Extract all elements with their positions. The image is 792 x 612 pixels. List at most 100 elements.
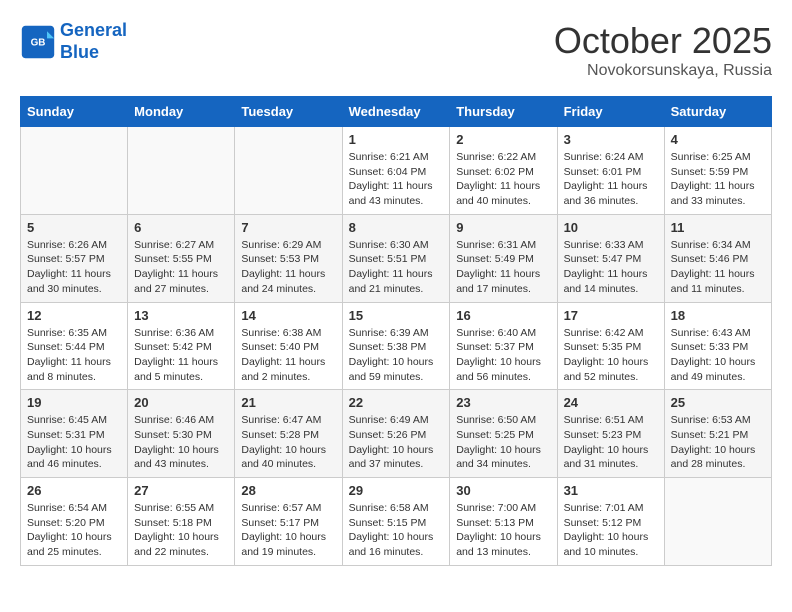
day-number: 19 xyxy=(27,395,121,410)
day-number: 24 xyxy=(564,395,658,410)
day-number: 14 xyxy=(241,308,335,323)
day-number: 13 xyxy=(134,308,228,323)
calendar-header-row: SundayMondayTuesdayWednesdayThursdayFrid… xyxy=(21,97,772,127)
calendar-day-cell xyxy=(21,127,128,215)
calendar-day-cell: 5 Sunrise: 6:26 AM Sunset: 5:57 PM Daylig… xyxy=(21,214,128,302)
calendar: SundayMondayTuesdayWednesdayThursdayFrid… xyxy=(20,96,772,566)
day-number: 12 xyxy=(27,308,121,323)
day-info: Sunrise: 6:50 AM Sunset: 5:25 PM Dayligh… xyxy=(456,413,550,472)
day-info: Sunrise: 6:22 AM Sunset: 6:02 PM Dayligh… xyxy=(456,150,550,209)
day-info: Sunrise: 6:58 AM Sunset: 5:15 PM Dayligh… xyxy=(349,501,444,560)
day-info: Sunrise: 6:21 AM Sunset: 6:04 PM Dayligh… xyxy=(349,150,444,209)
day-info: Sunrise: 6:45 AM Sunset: 5:31 PM Dayligh… xyxy=(27,413,121,472)
day-info: Sunrise: 6:35 AM Sunset: 5:44 PM Dayligh… xyxy=(27,326,121,385)
logo-line1: General xyxy=(60,20,127,40)
weekday-header: Saturday xyxy=(664,97,771,127)
day-number: 5 xyxy=(27,220,121,235)
calendar-day-cell: 21 Sunrise: 6:47 AM Sunset: 5:28 PM Dayli… xyxy=(235,390,342,478)
calendar-week-row: 19 Sunrise: 6:45 AM Sunset: 5:31 PM Dayli… xyxy=(21,390,772,478)
calendar-day-cell: 18Sunrise: 6:43 AM Sunset: 5:33 PM Dayli… xyxy=(664,302,771,390)
calendar-week-row: 12 Sunrise: 6:35 AM Sunset: 5:44 PM Dayli… xyxy=(21,302,772,390)
calendar-day-cell: 31Sunrise: 7:01 AM Sunset: 5:12 PM Dayli… xyxy=(557,478,664,566)
calendar-week-row: 26 Sunrise: 6:54 AM Sunset: 5:20 PM Dayli… xyxy=(21,478,772,566)
day-number: 1 xyxy=(349,132,444,147)
day-info: Sunrise: 6:33 AM Sunset: 5:47 PM Dayligh… xyxy=(564,238,658,297)
day-number: 6 xyxy=(134,220,228,235)
logo-text: General Blue xyxy=(60,20,127,63)
day-info: Sunrise: 6:51 AM Sunset: 5:23 PM Dayligh… xyxy=(564,413,658,472)
day-info: Sunrise: 6:54 AM Sunset: 5:20 PM Dayligh… xyxy=(27,501,121,560)
logo: GB General Blue xyxy=(20,20,127,63)
month-title: October 2025 xyxy=(554,20,772,62)
calendar-day-cell: 4Sunrise: 6:25 AM Sunset: 5:59 PM Daylig… xyxy=(664,127,771,215)
day-info: Sunrise: 6:42 AM Sunset: 5:35 PM Dayligh… xyxy=(564,326,658,385)
day-info: Sunrise: 6:57 AM Sunset: 5:17 PM Dayligh… xyxy=(241,501,335,560)
calendar-week-row: 5 Sunrise: 6:26 AM Sunset: 5:57 PM Daylig… xyxy=(21,214,772,302)
calendar-day-cell: 22Sunrise: 6:49 AM Sunset: 5:26 PM Dayli… xyxy=(342,390,450,478)
day-number: 26 xyxy=(27,483,121,498)
day-info: Sunrise: 6:38 AM Sunset: 5:40 PM Dayligh… xyxy=(241,326,335,385)
day-info: Sunrise: 6:25 AM Sunset: 5:59 PM Dayligh… xyxy=(671,150,765,209)
logo-line2: Blue xyxy=(60,42,99,62)
day-number: 27 xyxy=(134,483,228,498)
calendar-day-cell: 6 Sunrise: 6:27 AM Sunset: 5:55 PM Daylig… xyxy=(128,214,235,302)
day-number: 2 xyxy=(456,132,550,147)
logo-icon: GB xyxy=(20,24,56,60)
day-number: 17 xyxy=(564,308,658,323)
day-info: Sunrise: 6:26 AM Sunset: 5:57 PM Dayligh… xyxy=(27,238,121,297)
calendar-day-cell: 26 Sunrise: 6:54 AM Sunset: 5:20 PM Dayli… xyxy=(21,478,128,566)
day-number: 28 xyxy=(241,483,335,498)
calendar-day-cell: 2 Sunrise: 6:22 AM Sunset: 6:02 PM Daylig… xyxy=(450,127,557,215)
day-info: Sunrise: 6:39 AM Sunset: 5:38 PM Dayligh… xyxy=(349,326,444,385)
day-number: 11 xyxy=(671,220,765,235)
day-number: 30 xyxy=(456,483,550,498)
day-info: Sunrise: 6:31 AM Sunset: 5:49 PM Dayligh… xyxy=(456,238,550,297)
calendar-day-cell: 24 Sunrise: 6:51 AM Sunset: 5:23 PM Dayli… xyxy=(557,390,664,478)
day-number: 9 xyxy=(456,220,550,235)
day-info: Sunrise: 7:00 AM Sunset: 5:13 PM Dayligh… xyxy=(456,501,550,560)
calendar-day-cell: 9 Sunrise: 6:31 AM Sunset: 5:49 PM Daylig… xyxy=(450,214,557,302)
day-info: Sunrise: 6:27 AM Sunset: 5:55 PM Dayligh… xyxy=(134,238,228,297)
day-number: 23 xyxy=(456,395,550,410)
day-info: Sunrise: 6:40 AM Sunset: 5:37 PM Dayligh… xyxy=(456,326,550,385)
day-number: 29 xyxy=(349,483,444,498)
weekday-header: Sunday xyxy=(21,97,128,127)
day-number: 18 xyxy=(671,308,765,323)
day-number: 10 xyxy=(564,220,658,235)
day-info: Sunrise: 6:55 AM Sunset: 5:18 PM Dayligh… xyxy=(134,501,228,560)
calendar-day-cell: 16 Sunrise: 6:40 AM Sunset: 5:37 PM Dayli… xyxy=(450,302,557,390)
weekday-header: Monday xyxy=(128,97,235,127)
day-info: Sunrise: 6:46 AM Sunset: 5:30 PM Dayligh… xyxy=(134,413,228,472)
day-number: 3 xyxy=(564,132,658,147)
calendar-day-cell: 17 Sunrise: 6:42 AM Sunset: 5:35 PM Dayli… xyxy=(557,302,664,390)
day-number: 22 xyxy=(349,395,444,410)
day-info: Sunrise: 6:29 AM Sunset: 5:53 PM Dayligh… xyxy=(241,238,335,297)
calendar-day-cell: 19 Sunrise: 6:45 AM Sunset: 5:31 PM Dayli… xyxy=(21,390,128,478)
calendar-day-cell: 1 Sunrise: 6:21 AM Sunset: 6:04 PM Daylig… xyxy=(342,127,450,215)
calendar-day-cell xyxy=(664,478,771,566)
calendar-day-cell: 14 Sunrise: 6:38 AM Sunset: 5:40 PM Dayli… xyxy=(235,302,342,390)
day-info: Sunrise: 6:36 AM Sunset: 5:42 PM Dayligh… xyxy=(134,326,228,385)
title-block: October 2025 Novokorsunskaya, Russia xyxy=(554,20,772,80)
calendar-day-cell: 11 Sunrise: 6:34 AM Sunset: 5:46 PM Dayli… xyxy=(664,214,771,302)
day-number: 20 xyxy=(134,395,228,410)
calendar-day-cell: 23 Sunrise: 6:50 AM Sunset: 5:25 PM Dayli… xyxy=(450,390,557,478)
day-info: Sunrise: 7:01 AM Sunset: 5:12 PM Dayligh… xyxy=(564,501,658,560)
day-info: Sunrise: 6:30 AM Sunset: 5:51 PM Dayligh… xyxy=(349,238,444,297)
day-info: Sunrise: 6:34 AM Sunset: 5:46 PM Dayligh… xyxy=(671,238,765,297)
location: Novokorsunskaya, Russia xyxy=(554,62,772,80)
day-info: Sunrise: 6:47 AM Sunset: 5:28 PM Dayligh… xyxy=(241,413,335,472)
calendar-day-cell: 28 Sunrise: 6:57 AM Sunset: 5:17 PM Dayli… xyxy=(235,478,342,566)
calendar-day-cell: 12 Sunrise: 6:35 AM Sunset: 5:44 PM Dayli… xyxy=(21,302,128,390)
calendar-day-cell: 15 Sunrise: 6:39 AM Sunset: 5:38 PM Dayli… xyxy=(342,302,450,390)
day-number: 15 xyxy=(349,308,444,323)
day-info: Sunrise: 6:53 AM Sunset: 5:21 PM Dayligh… xyxy=(671,413,765,472)
day-number: 21 xyxy=(241,395,335,410)
day-number: 16 xyxy=(456,308,550,323)
weekday-header: Friday xyxy=(557,97,664,127)
day-number: 7 xyxy=(241,220,335,235)
calendar-day-cell: 13 Sunrise: 6:36 AM Sunset: 5:42 PM Dayli… xyxy=(128,302,235,390)
svg-text:GB: GB xyxy=(31,37,46,48)
calendar-day-cell: 8Sunrise: 6:30 AM Sunset: 5:51 PM Daylig… xyxy=(342,214,450,302)
calendar-day-cell: 20 Sunrise: 6:46 AM Sunset: 5:30 PM Dayli… xyxy=(128,390,235,478)
